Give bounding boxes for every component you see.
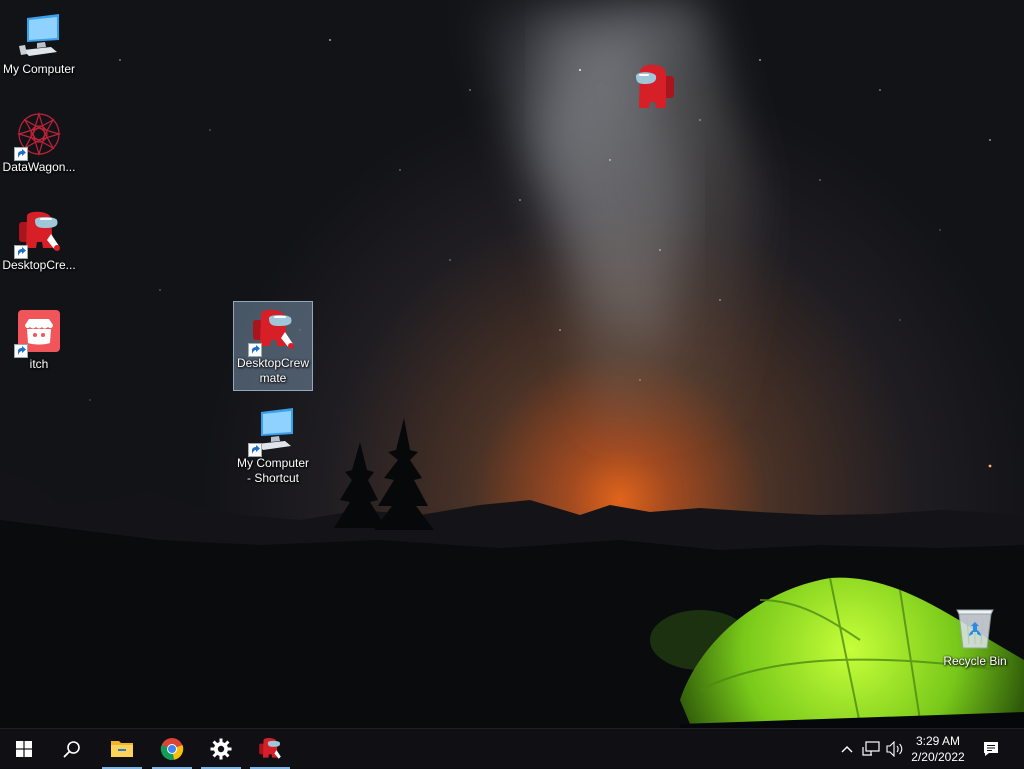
start-button[interactable] xyxy=(0,729,48,769)
computer-icon xyxy=(248,406,297,457)
search-button[interactable] xyxy=(48,729,96,769)
crewmate-icon xyxy=(248,306,297,357)
chevron-up-icon xyxy=(841,746,853,753)
network-icon xyxy=(862,741,880,756)
clock-time: 3:29 AM xyxy=(915,734,961,748)
notification-center-icon xyxy=(984,742,998,756)
desktop-icon-datawagon[interactable]: DataWagon... xyxy=(0,106,78,179)
desktop-icon-desktopcrewmate-2[interactable]: DesktopCrew mate xyxy=(233,301,313,391)
shortcut-arrow-icon xyxy=(14,245,28,259)
datawagon-icon xyxy=(14,110,63,161)
desktop-icon-label: itch xyxy=(29,357,49,371)
desktop-icon-label: My Computer - Shortcut xyxy=(236,456,310,485)
show-hidden-icons-button[interactable] xyxy=(838,729,856,769)
desktop-icon-recycle-bin[interactable]: Recycle Bin xyxy=(936,600,1014,673)
desktop-icon-label: My Computer xyxy=(2,62,76,76)
taskbar: 3:29 AM 2/20/2022 xyxy=(0,728,1024,769)
shortcut-arrow-icon xyxy=(248,443,262,457)
settings-gear-icon xyxy=(210,738,232,760)
recycle-bin-icon xyxy=(951,604,999,652)
desktop-icon-itch[interactable]: itch xyxy=(0,303,78,376)
desktop-icon-label: DataWagon... xyxy=(2,160,76,174)
shortcut-arrow-icon xyxy=(248,343,262,357)
desktop-icon-my-computer-shortcut[interactable]: My Computer - Shortcut xyxy=(234,402,312,490)
computer-icon xyxy=(15,12,63,60)
shortcut-arrow-icon xyxy=(14,147,28,161)
crewmate-icon xyxy=(259,738,281,759)
taskbar-clock[interactable]: 3:29 AM 2/20/2022 xyxy=(902,729,974,769)
file-explorer-icon xyxy=(111,741,133,757)
crewmate-icon xyxy=(14,208,63,259)
chrome-icon xyxy=(160,738,184,761)
crewmate-pet-sprite[interactable] xyxy=(634,62,676,114)
desktop-icon-my-computer[interactable]: My Computer xyxy=(0,8,78,81)
crewmate-icon xyxy=(636,64,674,108)
action-center-button[interactable] xyxy=(978,729,1004,769)
desktop-icon-label: DesktopCrew mate xyxy=(236,356,310,385)
clock-date: 2/20/2022 xyxy=(911,750,965,764)
desktop-icon-label: Recycle Bin xyxy=(943,654,1007,668)
taskbar-settings[interactable] xyxy=(197,729,245,769)
desktop-wallpaper xyxy=(0,0,1024,728)
itch-icon xyxy=(14,307,63,358)
network-status-button[interactable] xyxy=(860,729,882,769)
taskbar-file-explorer[interactable] xyxy=(98,729,146,769)
night-sky-tent-scene xyxy=(0,0,1024,728)
taskbar-desktopcrewmate[interactable] xyxy=(246,729,294,769)
desktop-icon-label: DesktopCre... xyxy=(2,258,76,272)
search-icon xyxy=(63,741,80,758)
taskbar-chrome[interactable] xyxy=(148,729,196,769)
shortcut-arrow-icon xyxy=(14,344,28,358)
desktop-icon-desktopcrewmate-1[interactable]: DesktopCre... xyxy=(0,204,78,277)
windows-start-icon xyxy=(16,741,32,757)
